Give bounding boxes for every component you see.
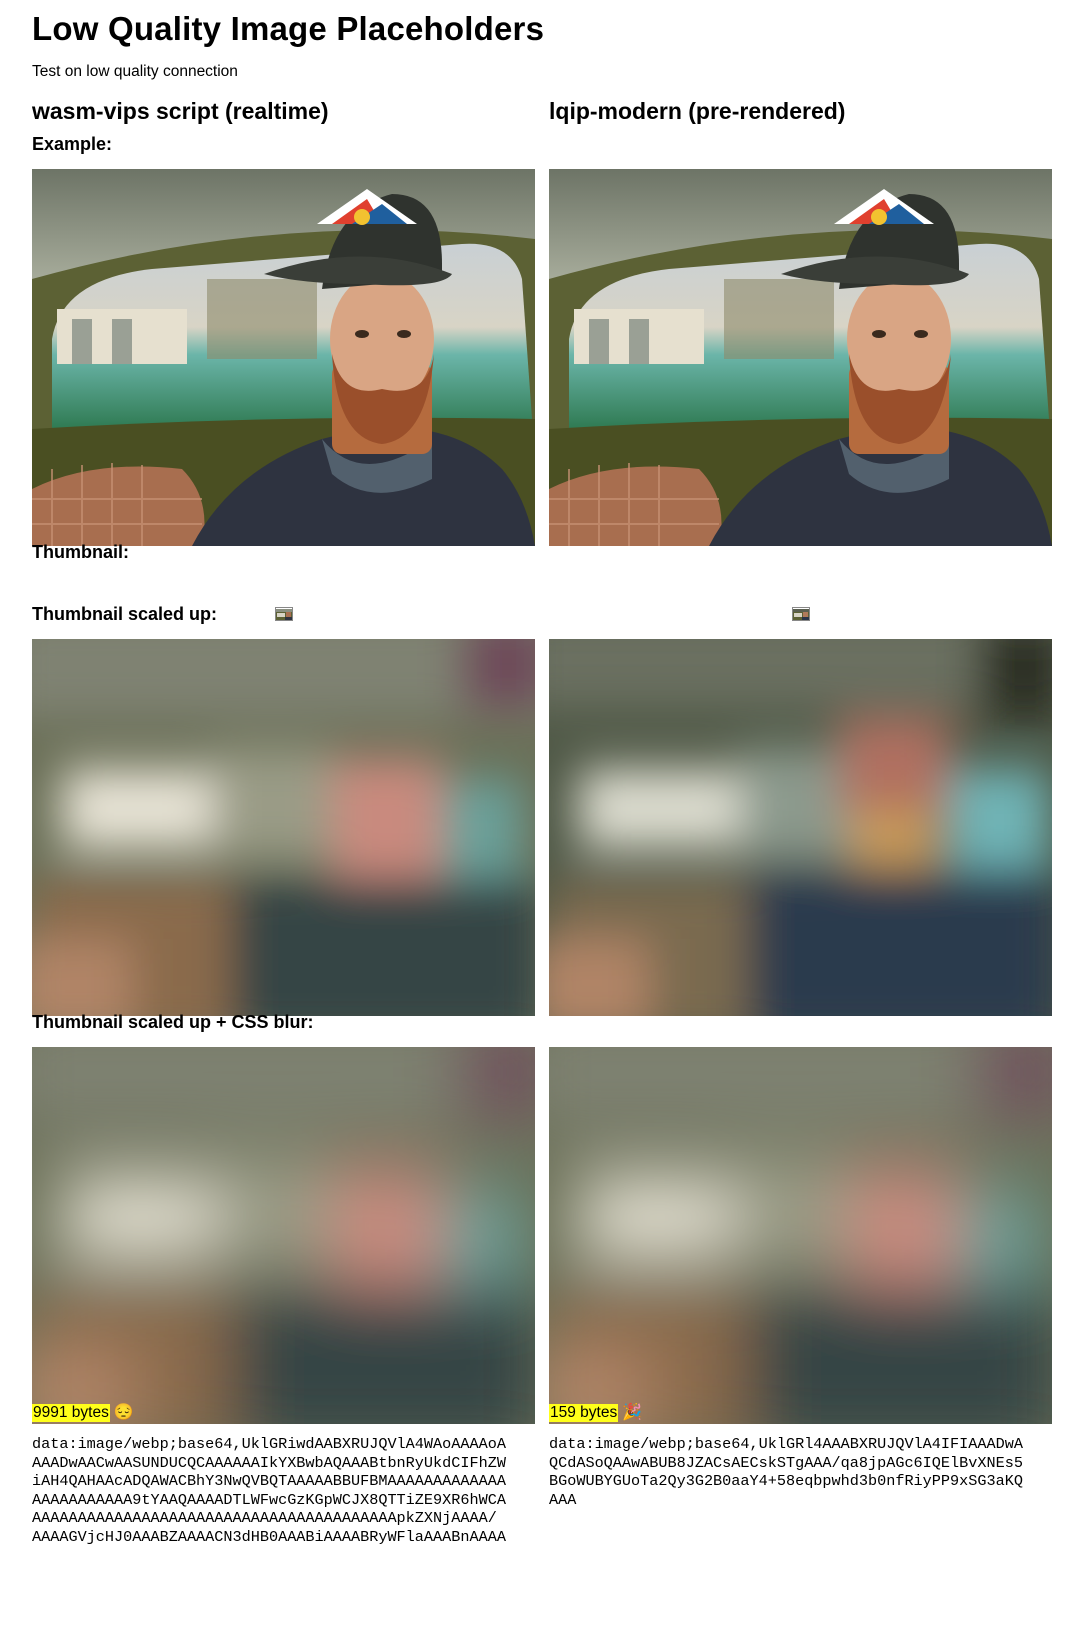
data-uri-wasm-vips: data:image/webp;base64,UklGRiwdAABXRUJQV… xyxy=(32,1435,506,1546)
column-heading: wasm-vips script (realtime) xyxy=(32,98,329,124)
byte-count-value: 9991 bytes xyxy=(32,1404,110,1422)
page-subtitle: Test on low quality connection xyxy=(32,63,238,80)
column-heading: lqip-modern (pre-rendered) xyxy=(549,98,846,124)
thumbnail-image xyxy=(275,607,293,621)
byte-count-value: 159 bytes xyxy=(549,1404,619,1422)
pensive-face-icon: 😔 xyxy=(113,1404,134,1421)
thumbnail-label: Thumbnail: xyxy=(32,542,129,562)
party-popper-icon: 🎉 xyxy=(622,1404,643,1421)
thumbnail-image xyxy=(792,607,810,621)
data-uri-lqip-modern: data:image/webp;base64,UklGRl4AAABXRUJQV… xyxy=(549,1435,1023,1509)
scaled-up-photo xyxy=(32,639,535,1016)
page: Low Quality Image Placeholders Test on l… xyxy=(0,0,1082,1646)
scaled-up-photo xyxy=(549,639,1052,1016)
byte-count-lqip-modern: 159 bytes 🎉 xyxy=(549,1404,642,1422)
page-title: Low Quality Image Placeholders xyxy=(32,10,545,47)
scaled-up-blur-photo xyxy=(549,1047,1052,1424)
example-photo xyxy=(549,169,1052,546)
column-lqip-modern: lqip-modern (pre-rendered) xyxy=(549,96,1052,1424)
column-wasm-vips: wasm-vips script (realtime) Example: Thu… xyxy=(32,96,535,1424)
byte-count-wasm-vips: 9991 bytes 😔 xyxy=(32,1404,134,1422)
example-photo xyxy=(32,169,535,546)
example-label: Example: xyxy=(32,134,113,154)
scaled-up-blur-label: Thumbnail scaled up + CSS blur: xyxy=(32,1012,314,1032)
scaled-up-label: Thumbnail scaled up: xyxy=(32,604,218,624)
scaled-up-blur-photo xyxy=(32,1047,535,1424)
